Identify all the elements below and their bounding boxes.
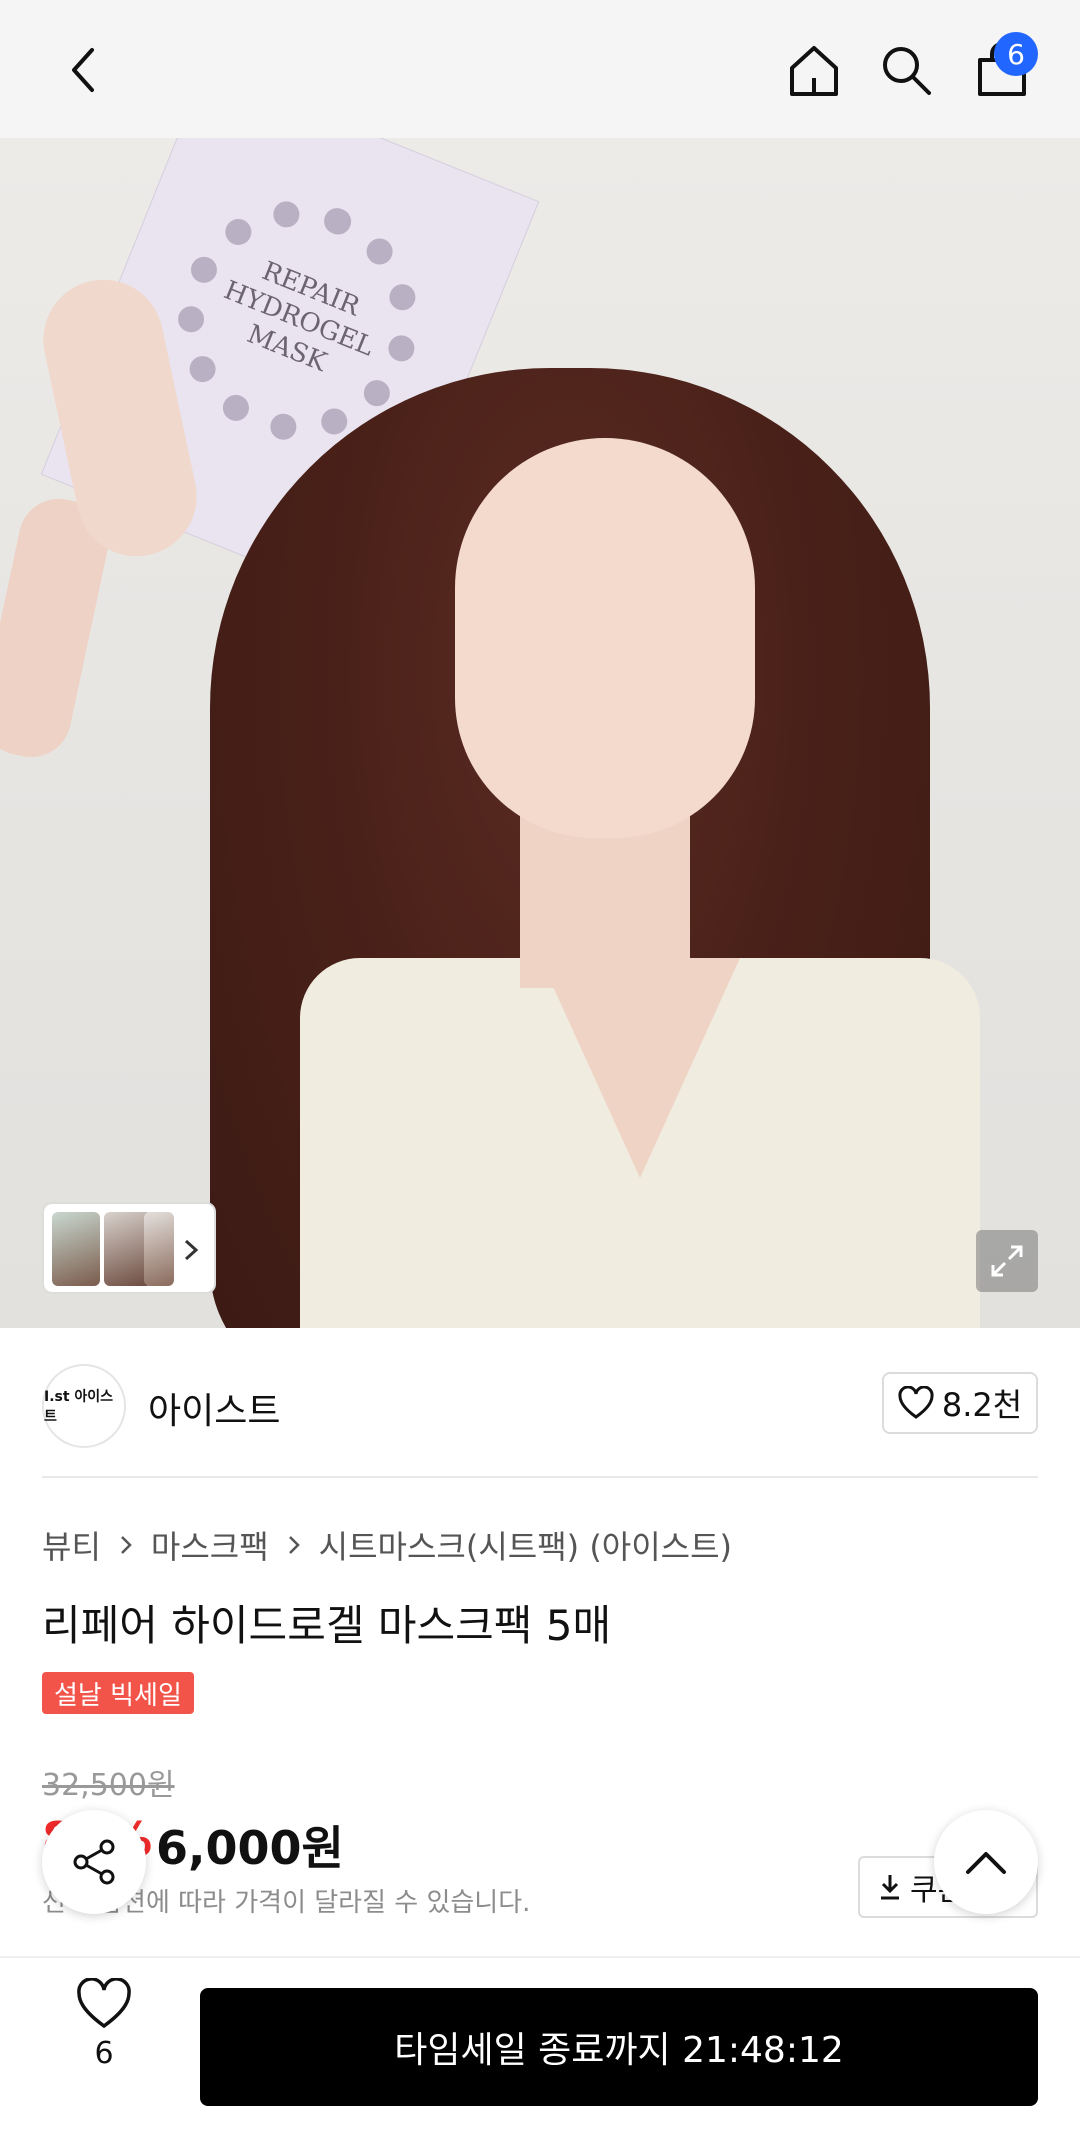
brand-name[interactable]: 아이스트 (148, 1382, 280, 1434)
breadcrumb: 뷰티 마스크팩 시트마스크(시트팩) (아이스트) (42, 1522, 732, 1568)
product-title: 리페어 하이드로겔 마스크팩 5매 (42, 1601, 612, 1650)
thumbnail-image (52, 1212, 100, 1286)
image-thumbnail-strip[interactable] (42, 1202, 216, 1294)
breadcrumb-item-maskpack[interactable]: 마스크팩 (151, 1522, 269, 1568)
wishlist-count: 6 (94, 2036, 114, 2071)
expand-image-button[interactable] (976, 1230, 1038, 1292)
chevron-right-icon (176, 1226, 206, 1274)
scroll-to-top-button[interactable] (934, 1810, 1038, 1914)
brand-like-count: 8.2천 (941, 1386, 1023, 1424)
sale-badge: 설날 빅세일 (42, 1672, 194, 1714)
home-button[interactable] (778, 34, 850, 106)
product-hero-image[interactable]: REPAIR HYDROGEL MASK (0, 138, 1080, 1328)
brand-like-button[interactable]: 8.2천 (882, 1372, 1038, 1434)
hero-face (455, 438, 755, 838)
expand-icon (991, 1245, 1023, 1277)
sale-price: 6,000원 (156, 1821, 344, 1875)
chevron-left-icon (72, 48, 94, 92)
search-icon (883, 47, 931, 95)
divider (42, 1476, 1038, 1478)
cart-count-badge: 6 (994, 32, 1038, 76)
brand-logo[interactable]: I.st 아이스트 (42, 1364, 126, 1448)
original-price: 32,500원 (42, 1768, 175, 1803)
thumbnail-image (144, 1212, 174, 1286)
chevron-right-icon (109, 1528, 143, 1562)
breadcrumb-item-beauty[interactable]: 뷰티 (42, 1522, 101, 1568)
download-icon (881, 1875, 899, 1900)
time-sale-button[interactable]: 타임세일 종료까지 21:48:12 (200, 1988, 1038, 2106)
bottom-action-bar: 6 타임세일 종료까지 21:48:12 (0, 1956, 1080, 2134)
heart-icon (898, 1386, 934, 1419)
hero-top (300, 958, 980, 1328)
chevron-up-icon (966, 1852, 1006, 1874)
chevron-right-icon (277, 1528, 311, 1562)
share-button[interactable] (42, 1810, 146, 1914)
back-button[interactable] (48, 34, 120, 106)
share-icon (73, 1839, 115, 1885)
wishlist-button[interactable]: 6 (60, 1978, 148, 2098)
top-app-bar: 6 (0, 0, 1080, 138)
home-icon (790, 46, 838, 96)
search-button[interactable] (870, 34, 942, 106)
heart-icon (77, 1978, 131, 2029)
breadcrumb-item-sheetmask[interactable]: 시트마스크(시트팩) (아이스트) (319, 1522, 732, 1568)
